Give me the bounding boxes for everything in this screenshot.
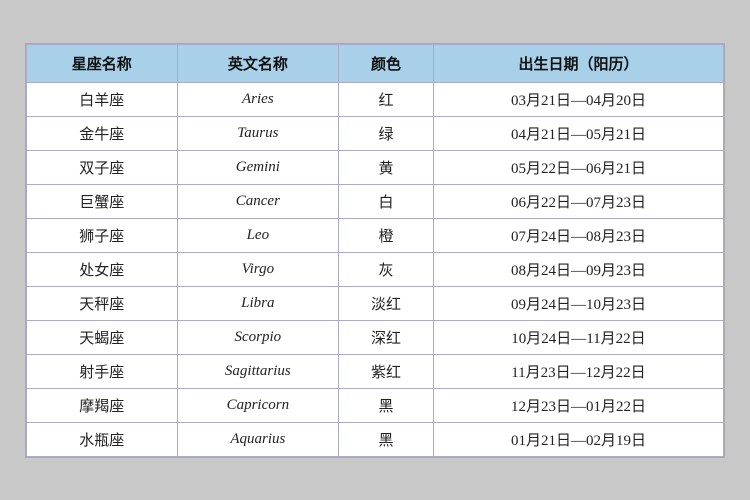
cell-chinese-name: 天秤座	[27, 286, 178, 320]
cell-dates: 09月24日—10月23日	[433, 286, 723, 320]
cell-chinese-name: 狮子座	[27, 218, 178, 252]
cell-chinese-name: 摩羯座	[27, 388, 178, 422]
cell-chinese-name: 白羊座	[27, 82, 178, 116]
cell-dates: 11月23日—12月22日	[433, 354, 723, 388]
cell-color: 淡红	[339, 286, 434, 320]
cell-dates: 07月24日—08月23日	[433, 218, 723, 252]
cell-dates: 03月21日—04月20日	[433, 82, 723, 116]
cell-dates: 01月21日—02月19日	[433, 422, 723, 456]
zodiac-table: 星座名称 英文名称 颜色 出生日期（阳历） 白羊座Aries红03月21日—04…	[26, 44, 724, 457]
header-birthdate: 出生日期（阳历）	[433, 44, 723, 82]
table-row: 双子座Gemini黄05月22日—06月21日	[27, 150, 724, 184]
table-row: 白羊座Aries红03月21日—04月20日	[27, 82, 724, 116]
cell-english-name: Leo	[177, 218, 338, 252]
cell-english-name: Virgo	[177, 252, 338, 286]
cell-dates: 04月21日—05月21日	[433, 116, 723, 150]
cell-color: 紫红	[339, 354, 434, 388]
cell-chinese-name: 处女座	[27, 252, 178, 286]
cell-english-name: Aries	[177, 82, 338, 116]
cell-color: 白	[339, 184, 434, 218]
table-row: 巨蟹座Cancer白06月22日—07月23日	[27, 184, 724, 218]
table-row: 天蝎座Scorpio深红10月24日—11月22日	[27, 320, 724, 354]
table-row: 水瓶座Aquarius黑01月21日—02月19日	[27, 422, 724, 456]
cell-english-name: Libra	[177, 286, 338, 320]
cell-chinese-name: 金牛座	[27, 116, 178, 150]
cell-english-name: Taurus	[177, 116, 338, 150]
cell-color: 红	[339, 82, 434, 116]
table-row: 狮子座Leo橙07月24日—08月23日	[27, 218, 724, 252]
header-english-name: 英文名称	[177, 44, 338, 82]
cell-dates: 10月24日—11月22日	[433, 320, 723, 354]
cell-english-name: Scorpio	[177, 320, 338, 354]
cell-color: 绿	[339, 116, 434, 150]
header-chinese-name: 星座名称	[27, 44, 178, 82]
table-row: 射手座Sagittarius紫红11月23日—12月22日	[27, 354, 724, 388]
cell-color: 橙	[339, 218, 434, 252]
cell-color: 黄	[339, 150, 434, 184]
table-row: 天秤座Libra淡红09月24日—10月23日	[27, 286, 724, 320]
table-row: 金牛座Taurus绿04月21日—05月21日	[27, 116, 724, 150]
cell-english-name: Gemini	[177, 150, 338, 184]
table-header-row: 星座名称 英文名称 颜色 出生日期（阳历）	[27, 44, 724, 82]
cell-dates: 05月22日—06月21日	[433, 150, 723, 184]
cell-english-name: Aquarius	[177, 422, 338, 456]
cell-english-name: Sagittarius	[177, 354, 338, 388]
cell-color: 深红	[339, 320, 434, 354]
cell-chinese-name: 双子座	[27, 150, 178, 184]
cell-color: 黑	[339, 388, 434, 422]
cell-dates: 06月22日—07月23日	[433, 184, 723, 218]
cell-chinese-name: 天蝎座	[27, 320, 178, 354]
cell-color: 黑	[339, 422, 434, 456]
cell-dates: 08月24日—09月23日	[433, 252, 723, 286]
cell-chinese-name: 射手座	[27, 354, 178, 388]
zodiac-table-container: 星座名称 英文名称 颜色 出生日期（阳历） 白羊座Aries红03月21日—04…	[25, 43, 725, 458]
cell-english-name: Cancer	[177, 184, 338, 218]
table-body: 白羊座Aries红03月21日—04月20日金牛座Taurus绿04月21日—0…	[27, 82, 724, 456]
cell-chinese-name: 水瓶座	[27, 422, 178, 456]
table-row: 处女座Virgo灰08月24日—09月23日	[27, 252, 724, 286]
cell-english-name: Capricorn	[177, 388, 338, 422]
cell-chinese-name: 巨蟹座	[27, 184, 178, 218]
header-color: 颜色	[339, 44, 434, 82]
cell-dates: 12月23日—01月22日	[433, 388, 723, 422]
cell-color: 灰	[339, 252, 434, 286]
table-row: 摩羯座Capricorn黑12月23日—01月22日	[27, 388, 724, 422]
